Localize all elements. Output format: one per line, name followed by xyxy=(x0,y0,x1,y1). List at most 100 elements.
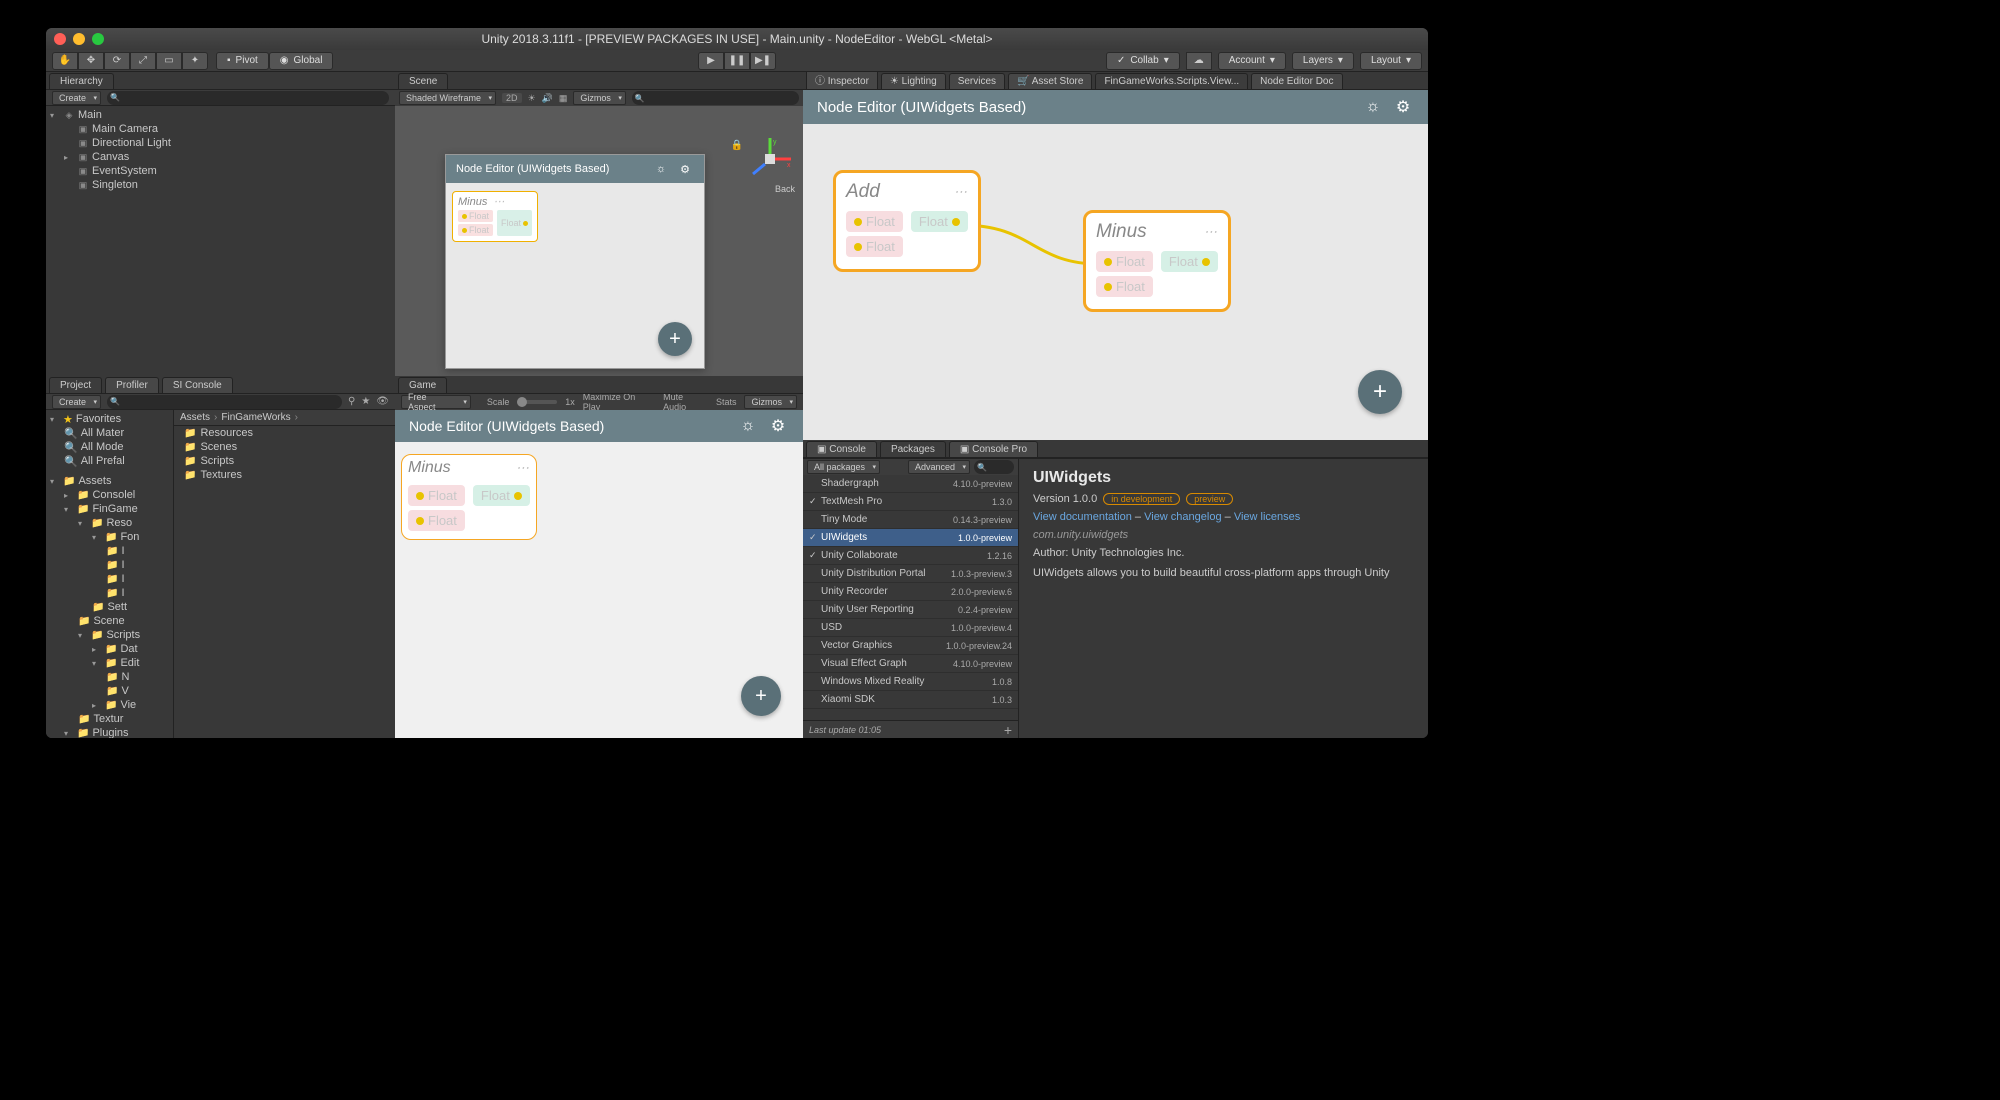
add-node-fab[interactable]: + xyxy=(658,322,692,356)
tab-scene[interactable]: Scene xyxy=(398,73,448,89)
package-row[interactable]: Unity User Reporting0.2.4-preview xyxy=(803,601,1018,619)
folder-item[interactable]: 📁Textures xyxy=(174,468,395,482)
tree-item[interactable]: 📁Textur xyxy=(46,712,173,726)
node-minus[interactable]: Minus⋯ Float Float Float xyxy=(1083,210,1231,312)
tree-item[interactable]: 📁N xyxy=(46,670,173,684)
tab-services[interactable]: Services xyxy=(949,73,1005,89)
move-tool-icon[interactable]: ✥ xyxy=(78,52,104,70)
tree-item[interactable]: 📁I xyxy=(46,558,173,572)
layout-dropdown[interactable]: Layout ▾ xyxy=(1360,52,1422,70)
tree-assets[interactable]: ▾📁Assets xyxy=(46,474,173,488)
tree-item[interactable]: 📁I xyxy=(46,572,173,586)
layers-dropdown[interactable]: Layers ▾ xyxy=(1292,52,1354,70)
tree-item[interactable]: ▾📁Reso xyxy=(46,516,173,530)
tree-item[interactable]: 📁I xyxy=(46,586,173,600)
fx-icon[interactable]: ▦ xyxy=(559,93,568,104)
node-menu-icon[interactable]: ⋯ xyxy=(954,184,968,200)
node-minus[interactable]: Minus⋯ Float Float Float xyxy=(452,191,538,242)
step-button[interactable]: ▶❚ xyxy=(750,52,776,70)
node-menu-icon[interactable]: ⋯ xyxy=(516,460,530,476)
tab-fingameworks[interactable]: FinGameWorks.Scripts.View... xyxy=(1095,73,1248,89)
multi-tool-icon[interactable]: ✦ xyxy=(182,52,208,70)
tab-packages[interactable]: Packages xyxy=(880,441,946,457)
mute-audio-toggle[interactable]: Mute Audio xyxy=(663,392,708,412)
package-row[interactable]: ✓TextMesh Pro1.3.0 xyxy=(803,493,1018,511)
package-row[interactable]: Shadergraph4.10.0-preview xyxy=(803,475,1018,493)
tab-hierarchy[interactable]: Hierarchy xyxy=(49,73,114,89)
light-icon[interactable]: ☀ xyxy=(528,93,536,104)
project-search[interactable] xyxy=(107,395,342,409)
tree-item[interactable]: 📁I xyxy=(46,544,173,558)
output-port[interactable]: Float xyxy=(497,210,532,236)
stats-toggle[interactable]: Stats xyxy=(716,397,737,407)
gear-icon[interactable]: ⚙ xyxy=(676,160,694,178)
hierarchy-create-dropdown[interactable]: Create xyxy=(52,91,101,105)
brightness-icon[interactable]: ☼ xyxy=(737,415,759,437)
scene-gizmos-dropdown[interactable]: Gizmos xyxy=(573,91,626,105)
scale-slider[interactable] xyxy=(517,400,557,404)
tab-node-editor-doc[interactable]: Node Editor Doc xyxy=(1251,73,1342,89)
output-port[interactable]: Float xyxy=(473,485,530,506)
gear-icon[interactable]: ⚙ xyxy=(767,415,789,437)
crumb[interactable]: FinGameWorks xyxy=(221,412,290,423)
folder-item[interactable]: 📁Scripts xyxy=(174,454,395,468)
tree-item[interactable]: ▸📁Consolel xyxy=(46,488,173,502)
cloud-icon[interactable]: ☁ xyxy=(1186,52,1212,70)
global-toggle[interactable]: ◉ Global xyxy=(269,52,334,70)
tab-console[interactable]: ▣ Console xyxy=(806,441,877,457)
add-package-button[interactable]: + xyxy=(1004,722,1012,738)
rotate-tool-icon[interactable]: ⟳ xyxy=(104,52,130,70)
rect-tool-icon[interactable]: ▭ xyxy=(156,52,182,70)
account-dropdown[interactable]: Account ▾ xyxy=(1218,52,1286,70)
hierarchy-search[interactable] xyxy=(107,91,389,105)
tab-lighting[interactable]: ☀ Lighting xyxy=(881,73,946,89)
input-port[interactable]: Float xyxy=(458,224,493,236)
link-licenses[interactable]: View licenses xyxy=(1234,511,1300,523)
hierarchy-item[interactable]: ▣EventSystem xyxy=(46,164,395,178)
tree-item[interactable]: 🔍All Mode xyxy=(46,440,173,454)
input-port[interactable]: Float xyxy=(458,210,493,222)
tree-item[interactable]: 🔍All Prefal xyxy=(46,454,173,468)
tree-item[interactable]: ▾📁Scripts xyxy=(46,628,173,642)
pkg-scope-dropdown[interactable]: All packages xyxy=(807,460,880,474)
package-row[interactable]: Unity Distribution Portal1.0.3-preview.3 xyxy=(803,565,1018,583)
folder-item[interactable]: 📁Resources xyxy=(174,426,395,440)
audio-icon[interactable]: 🔊 xyxy=(542,93,553,104)
tab-game[interactable]: Game xyxy=(398,377,447,393)
game-view[interactable]: Node Editor (UIWidgets Based) ☼ ⚙ Minus⋯… xyxy=(395,410,803,738)
tab-project[interactable]: Project xyxy=(49,377,102,393)
close-icon[interactable] xyxy=(54,33,66,45)
collab-button[interactable]: ✓ Collab ▾ xyxy=(1106,52,1180,70)
package-row[interactable]: Tiny Mode0.14.3-preview xyxy=(803,511,1018,529)
tree-favorites[interactable]: ▾★Favorites xyxy=(46,412,173,426)
game-aspect-dropdown[interactable]: Free Aspect xyxy=(401,395,471,409)
node-add[interactable]: Add⋯ Float Float Float xyxy=(833,170,981,272)
link-docs[interactable]: View documentation xyxy=(1033,511,1132,523)
pivot-toggle[interactable]: ▪ Pivot xyxy=(216,52,269,70)
tab-asset-store[interactable]: 🛒 Asset Store xyxy=(1008,73,1092,89)
hierarchy-item[interactable]: ▣Directional Light xyxy=(46,136,395,150)
crumb[interactable]: Assets xyxy=(180,412,210,423)
node-menu-icon[interactable]: ⋯ xyxy=(493,195,504,208)
tree-item[interactable]: 📁V xyxy=(46,684,173,698)
input-port[interactable]: Float xyxy=(408,485,465,506)
hierarchy-item[interactable]: ▸▣Canvas xyxy=(46,150,395,164)
package-row[interactable]: Xiaomi SDK1.0.3 xyxy=(803,691,1018,709)
brightness-icon[interactable]: ☼ xyxy=(652,160,670,178)
tab-si-console[interactable]: SI Console xyxy=(162,377,233,393)
tree-item[interactable]: ▾📁Plugins xyxy=(46,726,173,738)
zoom-icon[interactable] xyxy=(92,33,104,45)
input-port[interactable]: Float xyxy=(846,236,903,257)
tree-item[interactable]: ▸📁Dat xyxy=(46,642,173,656)
package-row[interactable]: USD1.0.0-preview.4 xyxy=(803,619,1018,637)
tree-item[interactable]: 📁Sett xyxy=(46,600,173,614)
scene-view[interactable]: 🔒 y x Back Node Editor (UIWidgets Based)… xyxy=(395,106,803,376)
add-node-fab[interactable]: + xyxy=(741,676,781,716)
project-create-dropdown[interactable]: Create xyxy=(52,395,101,409)
tree-item[interactable]: ▸📁Vie xyxy=(46,698,173,712)
pkg-search[interactable] xyxy=(974,460,1014,474)
hierarchy-item[interactable]: ▾◈Main xyxy=(46,108,395,122)
input-port[interactable]: Float xyxy=(1096,276,1153,297)
package-row[interactable]: Unity Recorder2.0.0-preview.6 xyxy=(803,583,1018,601)
input-port[interactable]: Float xyxy=(408,510,465,531)
